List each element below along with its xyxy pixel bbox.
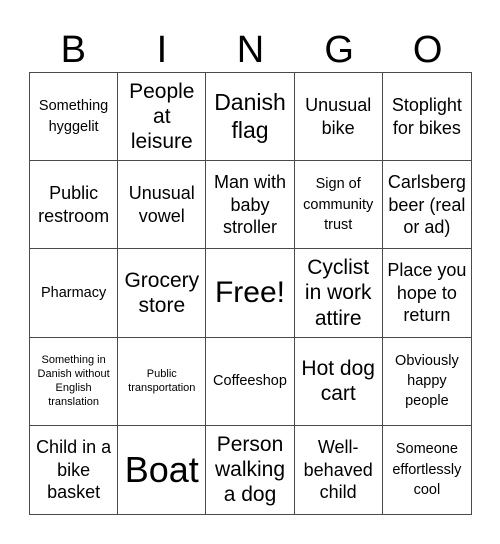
bingo-cell[interactable]: Hot dog cart [294,337,383,426]
bingo-header: B I N G O [29,28,472,72]
bingo-cell[interactable]: Grocery store [118,249,207,338]
bingo-cell[interactable]: Coffeeshop [206,337,295,426]
bingo-cell[interactable]: Something in Danish without English tran… [30,337,119,426]
bingo-cell[interactable]: Well-behaved child [295,425,383,514]
bingo-cell[interactable]: Child in a bike basket [30,425,119,514]
bingo-cell[interactable]: Place you hope to return [382,249,471,338]
header-letter-g: G [324,29,354,71]
bingo-cell[interactable]: Unusual vowel [118,161,207,250]
bingo-cell[interactable]: Someone effortlessly cool [383,426,471,514]
bingo-cell[interactable]: Sign of community trust [294,161,383,250]
header-letter-n: N [236,29,265,71]
bingo-cell[interactable]: Man with baby stroller [206,161,295,250]
bingo-cell[interactable]: People at leisure [118,73,207,162]
bingo-cell[interactable]: Public restroom [30,161,119,250]
bingo-cell[interactable]: Public transportation [118,337,207,426]
bingo-cell[interactable]: Danish flag [206,73,295,162]
header-letter-i: I [156,29,168,71]
bingo-cell[interactable]: Boat [118,425,207,514]
bingo-cell[interactable]: Something hyggelit [30,73,119,162]
free-space-cell[interactable]: Free! [206,249,295,338]
bingo-cell[interactable]: Pharmacy [30,249,119,338]
bingo-cell[interactable]: Cyclist in work attire [294,249,383,338]
header-letter-b: B [60,29,86,71]
bingo-cell[interactable]: Unusual bike [294,73,383,162]
bingo-cell[interactable]: Stoplight for bikes [382,73,471,162]
bingo-cell[interactable]: Person walking a dog [206,425,295,514]
bingo-grid: Something hyggelit People at leisure Dan… [29,72,472,515]
header-letter-o: O [412,29,443,71]
bingo-cell[interactable]: Carlsberg beer (real or ad) [382,161,471,250]
bingo-cell[interactable]: Obviously happy people [382,338,471,426]
